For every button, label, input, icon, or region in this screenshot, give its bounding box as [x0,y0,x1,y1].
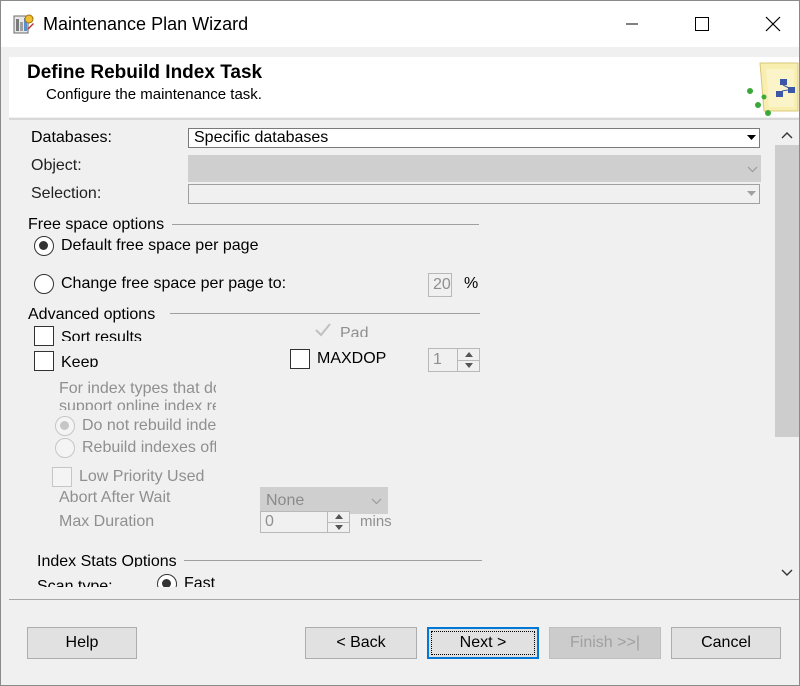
minimize-button[interactable] [609,1,655,47]
dropdown-arrow-icon [744,186,758,202]
low-priority-label: Low Priority Used [79,468,205,485]
do-not-rebuild-label-clip: Do not rebuild inde [82,417,216,435]
keep-online-checkbox[interactable] [34,351,54,371]
maxdop-spinner[interactable] [457,348,480,372]
pad-checkmark-icon [314,321,332,344]
index-stats-group-divider [184,560,482,561]
online-note-line-2: support online index re [59,398,216,410]
object-label: Object: [31,157,82,174]
scan-type-label-clip: Scan type: [37,578,113,587]
maxdop-input[interactable]: 1 [428,348,458,372]
wizard-graphic-icon [742,57,799,117]
help-button[interactable]: Help [27,627,137,659]
page-subtitle: Configure the maintenance task. [46,86,262,103]
close-icon [765,16,781,32]
chevron-down-icon [369,493,383,509]
scroll-down-icon[interactable] [775,561,799,585]
sort-results-label: Sort results [61,329,142,341]
dropdown-arrow-icon [744,130,758,146]
minimize-icon [626,23,638,25]
maxdop-checkbox[interactable] [290,349,310,369]
online-note-line-1: For index types that do [59,380,216,397]
mins-label-clip: mins [360,513,392,531]
selection-label: Selection: [31,185,102,202]
rebuild-offline-label-clip: Rebuild indexes off [82,439,216,457]
vertical-scrollbar[interactable] [775,121,799,587]
change-free-space-label: Change free space per page to: [61,275,287,292]
online-index-note: For index types that do support online i… [59,380,216,416]
back-button[interactable]: < Back [305,627,417,659]
pad-label: Pad [340,325,369,337]
wizard-header: Define Rebuild Index Task Configure the … [9,57,799,117]
maintenance-plan-wizard-window: Maintenance Plan Wizard Define Rebuild I… [0,0,800,686]
maximize-icon [695,17,709,31]
maxdop-label: MAXDOP [317,350,387,367]
finish-button[interactable]: Finish >>| [549,627,661,659]
cancel-button[interactable]: Cancel [671,627,781,659]
scan-type-label: Scan type: [37,578,113,587]
scrollbar-thumb[interactable] [775,145,799,437]
chevron-down-icon [745,161,759,177]
object-dropdown[interactable] [188,155,761,182]
title-bar: Maintenance Plan Wizard [1,1,799,47]
abort-after-wait-value: None [266,492,305,509]
index-stats-group-label: Index Stats Options [37,553,177,567]
change-free-space-radio[interactable] [34,274,54,294]
sort-results-label-clip: Sort results [61,329,142,341]
index-stats-label-clip: Index Stats Options [37,553,177,567]
pad-label-clip: Pad [340,325,368,337]
default-free-space-radio[interactable] [34,236,54,256]
close-button[interactable] [750,1,796,47]
footer-separator [9,599,799,600]
free-space-percent-input[interactable]: 20 [428,273,452,297]
scan-type-fast-radio[interactable] [157,574,177,587]
percent-sign-label: % [464,275,479,292]
max-duration-label: Max Duration [59,513,155,530]
mins-label: mins [360,513,392,530]
fast-label: Fast [184,575,216,587]
free-space-group-divider [172,224,479,225]
abort-after-wait-label: Abort After Wait [59,489,171,506]
wizard-app-icon [13,13,35,35]
fast-label-clip: Fast [184,575,215,587]
default-free-space-label: Default free space per page [61,237,259,254]
spin-down-icon[interactable] [458,359,479,372]
spin-down-icon[interactable] [328,521,349,533]
page-title: Define Rebuild Index Task [27,62,263,83]
keep-label: Keep [61,354,99,367]
max-duration-input[interactable]: 0 [260,511,328,533]
do-not-rebuild-radio[interactable] [55,416,75,436]
free-space-group-label: Free space options [28,216,165,233]
task-options-panel: Databases: Specific databases Object: Se… [9,121,775,587]
sort-results-checkbox[interactable] [34,326,54,346]
databases-value: Specific databases [194,129,329,146]
spin-up-icon[interactable] [458,349,479,360]
maximize-button[interactable] [679,1,725,47]
databases-dropdown[interactable]: Specific databases [188,128,760,148]
scroll-up-icon[interactable] [775,123,799,147]
do-not-rebuild-label: Do not rebuild inde [82,417,216,434]
rebuild-offline-label: Rebuild indexes off [82,439,216,456]
advanced-options-group-divider [170,313,480,314]
max-duration-spinner[interactable] [327,511,350,533]
next-button[interactable]: Next > [427,627,539,659]
header-separator [9,118,799,120]
selection-dropdown[interactable] [188,184,760,204]
rebuild-offline-radio[interactable] [55,438,75,458]
keep-label-clip: Keep [61,354,98,367]
databases-label: Databases: [31,129,112,146]
low-priority-checkbox[interactable] [52,467,72,487]
advanced-options-group-label: Advanced options [28,306,156,323]
spin-up-icon[interactable] [328,512,349,522]
abort-after-wait-dropdown[interactable]: None [260,487,388,514]
window-title: Maintenance Plan Wizard [43,14,249,34]
